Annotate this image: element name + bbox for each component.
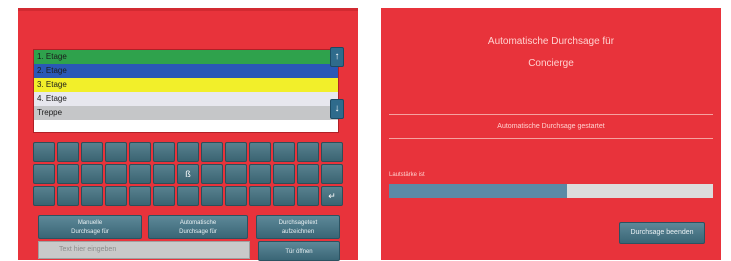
keyboard-key[interactable] [57, 186, 79, 206]
keyboard-key[interactable] [273, 142, 295, 162]
enter-key[interactable]: ↵ [321, 186, 343, 206]
keyboard-key[interactable] [225, 142, 247, 162]
keyboard-key[interactable] [105, 164, 127, 184]
keyboard-row [33, 142, 343, 162]
keyboard-key[interactable] [249, 142, 271, 162]
keyboard-key[interactable] [225, 186, 247, 206]
text-input[interactable]: Text hier eingeben [38, 241, 250, 259]
keyboard-key[interactable] [249, 186, 271, 206]
keyboard-key-center[interactable]: ß [177, 164, 199, 184]
floor-item-4[interactable]: 4. Etage [34, 92, 338, 106]
keyboard-key[interactable] [321, 142, 343, 162]
progress-fill [389, 184, 568, 198]
scroll-down-button[interactable]: ↓ [330, 99, 344, 119]
keyboard-key[interactable] [57, 142, 79, 162]
keyboard-key[interactable] [201, 142, 223, 162]
keyboard-key[interactable] [153, 164, 175, 184]
submit-button[interactable]: Tür öffnen [258, 241, 340, 261]
progress-bar [389, 184, 713, 198]
keyboard-key[interactable] [129, 186, 151, 206]
right-panel: Automatische Durchsage für Concierge Aut… [381, 8, 721, 260]
keyboard-key[interactable] [321, 164, 343, 184]
keyboard-row: ↵ [33, 186, 343, 206]
keyboard-key[interactable] [177, 186, 199, 206]
keyboard-key[interactable] [201, 186, 223, 206]
floor-list: 1. Etage 2. Etage 3. Etage 4. Etage Trep… [33, 49, 339, 133]
keyboard-key[interactable] [81, 186, 103, 206]
keyboard-key[interactable] [81, 164, 103, 184]
keyboard-row: ß [33, 164, 343, 184]
keyboard-key[interactable] [129, 164, 151, 184]
announcement-title: Automatische Durchsage für [487, 36, 615, 47]
keyboard-key[interactable] [201, 164, 223, 184]
keyboard-key[interactable] [177, 142, 199, 162]
floor-item-2[interactable]: 2. Etage [34, 64, 338, 78]
keyboard-key[interactable] [105, 142, 127, 162]
floor-item-1[interactable]: 1. Etage [34, 50, 338, 64]
left-panel: 1. Etage 2. Etage 3. Etage 4. Etage Trep… [18, 8, 358, 261]
keyboard-key[interactable] [81, 142, 103, 162]
keyboard-key[interactable] [297, 142, 319, 162]
keyboard-key[interactable] [297, 164, 319, 184]
keyboard-key[interactable] [33, 164, 55, 184]
keyboard-key[interactable] [33, 186, 55, 206]
automatic-announcement-button[interactable]: Automatische Durchsage für [148, 215, 248, 239]
keyboard-key[interactable] [273, 164, 295, 184]
keyboard-key[interactable] [153, 142, 175, 162]
keyboard-key[interactable] [129, 142, 151, 162]
floor-item-3[interactable]: 3. Etage [34, 78, 338, 92]
scroll-up-button[interactable]: ↑ [330, 47, 344, 67]
keyboard-key[interactable] [153, 186, 175, 206]
divider [389, 138, 713, 139]
record-announcement-button[interactable]: Durchsagetext aufzeichnen [256, 215, 340, 239]
keyboard-key[interactable] [57, 164, 79, 184]
onscreen-keyboard: ß ↵ [33, 142, 343, 214]
announcement-subtitle: Concierge [528, 58, 574, 69]
keyboard-key[interactable] [105, 186, 127, 206]
keyboard-key[interactable] [297, 186, 319, 206]
keyboard-key[interactable] [225, 164, 247, 184]
keyboard-key[interactable] [33, 142, 55, 162]
manual-announcement-button[interactable]: Manuelle Durchsage für [38, 215, 142, 239]
floor-item-5[interactable]: Treppe [34, 106, 338, 120]
keyboard-key[interactable] [249, 164, 271, 184]
end-announcement-button[interactable]: Durchsage beenden [619, 222, 705, 244]
progress-label: Lautstärke ist [389, 172, 425, 178]
keyboard-key[interactable] [273, 186, 295, 206]
divider [389, 114, 713, 115]
status-text: Automatische Durchsage gestartet [497, 123, 605, 130]
